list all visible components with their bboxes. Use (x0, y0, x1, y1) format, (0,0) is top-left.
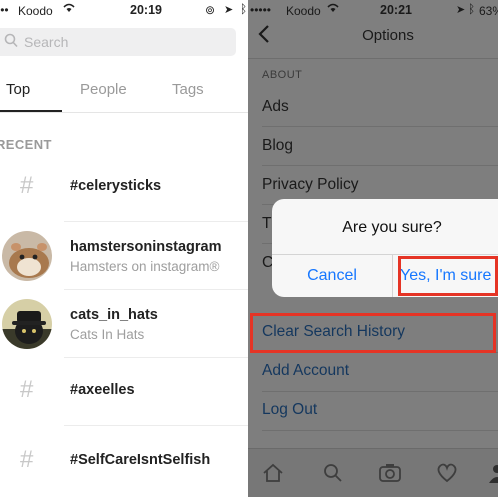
dialog-title: Are you sure? (342, 219, 442, 236)
search-icon (4, 33, 18, 53)
active-tab-indicator (0, 110, 62, 112)
item-title: #axeelles (70, 382, 135, 398)
divider (392, 255, 393, 297)
search-screen: ••• Koodo 20:19 ⊚ ➤ ᛒ Search Top People … (0, 0, 248, 497)
tab-top[interactable]: Top (6, 81, 30, 98)
list-item[interactable]: # #SelfCareIsntSelfish (0, 428, 248, 496)
battery-percent-value: 63 (479, 4, 493, 18)
divider (64, 425, 248, 426)
avatar (2, 299, 52, 349)
section-header: ABOUT (262, 69, 303, 81)
carrier-label: Koodo (18, 4, 53, 18)
highlight-box (250, 313, 496, 353)
signal-dots: ••• (0, 3, 9, 17)
location-icon: ➤ (224, 4, 234, 16)
avatar (2, 231, 52, 281)
divider (262, 391, 498, 392)
orientation-lock-icon: ⊚ (205, 3, 216, 17)
list-item[interactable]: hamstersoninstagram Hamsters on instagra… (0, 222, 248, 290)
tab-bar (248, 448, 498, 497)
camera-icon[interactable] (378, 463, 402, 488)
search-placeholder: Search (24, 34, 69, 50)
clock: 20:21 (380, 3, 412, 17)
divider (262, 126, 498, 127)
item-title: #celerysticks (70, 178, 162, 194)
tab-people[interactable]: People (80, 81, 127, 98)
menu-item-terms[interactable]: T (262, 215, 271, 233)
item-title: #SelfCareIsntSelfish (70, 452, 211, 468)
options-screen: ••••• Koodo 20:21 ➤ ᛒ 63% Options ABOUT … (248, 0, 498, 497)
list-item[interactable]: # #celerysticks (0, 154, 248, 222)
hashtag-icon: # (20, 376, 34, 403)
item-subtitle: Hamsters on instagram® (70, 259, 220, 274)
location-icon: ➤ (456, 4, 466, 16)
hashtag-icon: # (20, 172, 34, 199)
search-tabs: Top People Tags (0, 72, 248, 113)
highlight-box (398, 256, 498, 296)
divider (262, 165, 498, 166)
menu-item-ads[interactable]: Ads (262, 98, 289, 116)
home-icon[interactable] (262, 463, 284, 488)
list-item[interactable]: cats_in_hats Cats In Hats (0, 290, 248, 358)
item-title: cats_in_hats (70, 307, 158, 323)
bluetooth-icon: ᛒ (468, 2, 476, 16)
status-bar: ••• Koodo 20:19 ⊚ ➤ ᛒ (0, 0, 248, 20)
carrier-label: Koodo (286, 4, 321, 18)
profile-icon[interactable] (488, 465, 498, 488)
list-item[interactable]: # #axeelles (0, 358, 248, 426)
heart-icon[interactable] (436, 463, 458, 488)
tab-tags[interactable]: Tags (172, 81, 204, 98)
page-title: Options (362, 27, 414, 44)
wifi-icon (326, 2, 340, 16)
divider (272, 254, 498, 255)
cancel-button[interactable]: Cancel (272, 267, 392, 285)
bluetooth-icon: ᛒ (240, 2, 248, 16)
divider (262, 430, 498, 431)
menu-item-privacy-policy[interactable]: Privacy Policy (262, 176, 358, 194)
add-account-button[interactable]: Add Account (262, 362, 349, 380)
clock: 20:19 (130, 3, 162, 17)
battery-percent: 63% (479, 4, 498, 18)
status-bar: ••••• Koodo 20:21 ➤ ᛒ 63% (248, 0, 498, 20)
search-input[interactable]: Search (0, 28, 236, 56)
menu-item-blog[interactable]: Blog (262, 137, 293, 155)
item-subtitle: Cats In Hats (70, 327, 145, 342)
wifi-icon (62, 2, 76, 16)
signal-dots: ••••• (250, 3, 272, 17)
item-title: hamstersoninstagram (70, 239, 222, 255)
search-icon[interactable] (323, 463, 343, 488)
hashtag-icon: # (20, 446, 34, 473)
log-out-button[interactable]: Log Out (262, 401, 317, 419)
section-header: RECENT (0, 137, 52, 152)
